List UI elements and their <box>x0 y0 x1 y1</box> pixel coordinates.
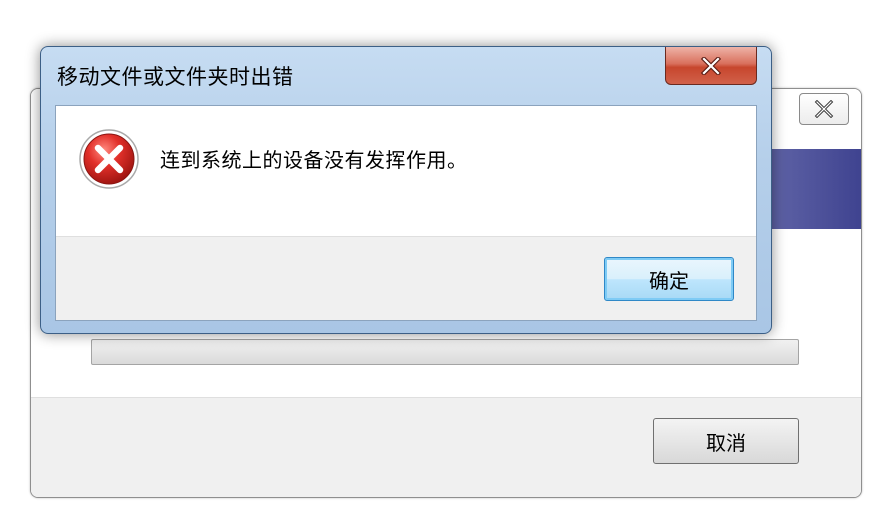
error-message: 连到系统上的设备没有发挥作用。 <box>160 148 468 172</box>
error-dialog-footer: 确定 <box>56 236 756 320</box>
progress-dialog-close-button[interactable] <box>799 93 849 125</box>
screen: 取消 移动文件或文件夹时出错 连到系统上的设备没有发挥作用。 确定 <box>0 0 892 532</box>
close-x-icon <box>700 56 722 75</box>
error-dialog: 移动文件或文件夹时出错 连到系统上的设备没有发挥作用。 确定 <box>40 46 772 334</box>
error-dialog-close-button[interactable] <box>665 47 757 85</box>
cancel-button[interactable]: 取消 <box>653 418 799 464</box>
ok-button[interactable]: 确定 <box>604 257 734 301</box>
progress-dialog-footer: 取消 <box>31 397 861 497</box>
error-dialog-content: 连到系统上的设备没有发挥作用。 确定 <box>55 105 757 321</box>
error-dialog-title: 移动文件或文件夹时出错 <box>57 65 294 89</box>
progress-bar <box>91 339 799 365</box>
close-x-icon <box>814 100 834 118</box>
error-icon <box>79 129 139 189</box>
